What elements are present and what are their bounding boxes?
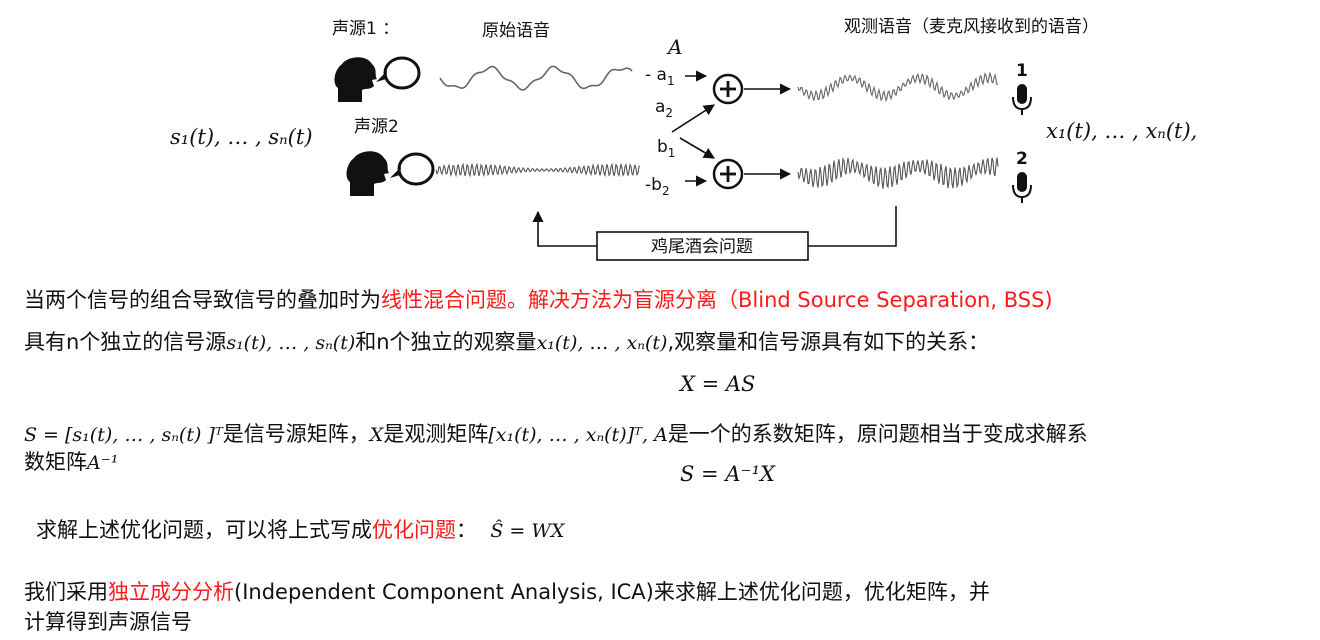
coef-matrix-text: 数矩阵: [24, 450, 87, 474]
ica-text-a: 我们采用: [24, 580, 108, 604]
bss-highlight: 线性混合问题。解决方法为盲源分离（Blind Source Separation…: [381, 288, 1053, 312]
observed-waveform-2: [797, 157, 999, 189]
arrow-a2: [671, 104, 715, 133]
speaker1-icon: [334, 56, 421, 102]
paragraph-ica-cont: 计算得到声源信号: [24, 606, 192, 636]
ica-text-c: 计算得到声源信号: [24, 610, 192, 634]
matrices-text-c: 是一个的系数矩阵，原问题相当于变成求解系: [667, 422, 1088, 446]
observed-waveform-1: [797, 71, 999, 103]
coef-a1: - a1: [645, 65, 675, 88]
equation-s-ainv-x: S = A⁻¹X: [680, 462, 775, 486]
equation-x-as: X = AS: [680, 372, 756, 396]
arrow-b1: [679, 137, 715, 159]
mic2-number: 2: [1016, 149, 1028, 169]
sources-text-b: 和n个独立的观察量: [355, 330, 537, 354]
s-matrix-math: S = [s₁(t), … , sₙ(t) ]ᵀ: [24, 424, 223, 446]
paragraph-matrices: S = [s₁(t), … , sₙ(t) ]ᵀ是信号源矩阵，X是观测矩阵[x₁…: [24, 418, 1088, 448]
loop-line-right: [808, 206, 897, 247]
adder-1: [712, 73, 744, 105]
source2-label: 声源2: [354, 117, 399, 137]
observed-speech-label: 观测语音（麦克风接收到的语音）: [844, 17, 1099, 37]
microphone-1-icon: [1012, 84, 1032, 115]
speaker2-icon: [346, 151, 435, 196]
ica-text-b: (Independent Component Analysis, ICA)来求解…: [234, 580, 990, 604]
paragraph-sources: 具有n个独立的信号源s₁(t), … , sₙ(t)和n个独立的观察量x₁(t)…: [24, 326, 989, 356]
paragraph-bss: 当两个信号的组合导致信号的叠加时为线性混合问题。解决方法为盲源分离（Blind …: [24, 284, 1053, 314]
original-speech-label: 原始语音: [482, 21, 550, 41]
optimization-colon: ：: [456, 518, 477, 542]
coef-b1: b1: [657, 137, 675, 160]
loop-line-left: [532, 210, 597, 247]
adder-2: [712, 158, 744, 190]
bss-intro-text: 当两个信号的组合导致信号的叠加时为: [24, 288, 381, 312]
original-waveform-1: [439, 65, 633, 91]
a-inverse-math: A⁻¹: [87, 452, 119, 474]
matrices-text-b: 是观测矩阵: [383, 422, 489, 446]
sources-text-c: ,观察量和信号源具有如下的关系：: [667, 330, 990, 354]
microphone-2-icon: [1012, 172, 1032, 203]
s-hat-math: Ŝ = WX: [490, 520, 565, 542]
coef-b2: -b2: [645, 175, 670, 198]
sources-math: s₁(t), … , sₙ(t): [226, 332, 356, 354]
matrix-a-symbol: A: [666, 35, 682, 59]
optimization-highlight: 优化问题: [372, 518, 456, 542]
cocktail-party-diagram: 声源1 ： 原始语音 观测语音（麦克风接收到的语音） 声源2 A s₁(t), …: [170, 17, 1197, 261]
sources-expression: s₁(t), … , sₙ(t): [170, 125, 313, 149]
x-math: X: [369, 424, 384, 446]
mic1-number: 1: [1016, 61, 1028, 81]
optimization-text-a: 求解上述优化问题，可以将上式写成: [36, 518, 372, 542]
x-matrix-math: [x₁(t), … , xₙ(t)]ᵀ, A: [488, 424, 668, 446]
matrices-text-a: 是信号源矩阵，: [222, 422, 370, 446]
paragraph-matrices-cont: 数矩阵A⁻¹: [24, 446, 118, 476]
paragraph-ica: 我们采用独立成分分析(Independent Component Analysi…: [24, 576, 990, 606]
observations-math: x₁(t), … , xₙ(t): [536, 332, 668, 354]
source1-label: 声源1 ：: [332, 19, 399, 39]
sources-text-a: 具有n个独立的信号源: [24, 330, 227, 354]
paragraph-optimization: 求解上述优化问题，可以将上式写成优化问题： Ŝ = WX: [36, 514, 564, 544]
coef-a2: a2: [655, 97, 673, 120]
ica-highlight: 独立成分分析: [108, 580, 234, 604]
observed-expression: x₁(t), … , xₙ(t),: [1046, 119, 1197, 143]
original-waveform-2: [435, 162, 641, 178]
cocktail-party-label: 鸡尾酒会问题: [651, 237, 753, 257]
